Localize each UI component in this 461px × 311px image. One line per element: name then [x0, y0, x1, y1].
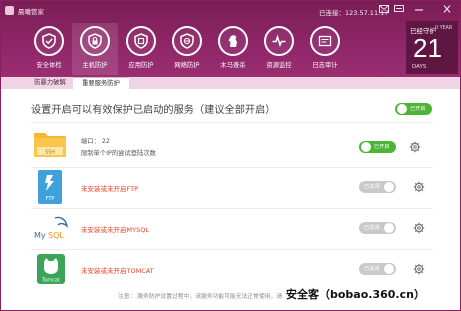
service-row-ftp: FTP 未安装或未开启FTP 已关闭 — [31, 169, 431, 207]
toggle-label: 已关闭 — [364, 225, 380, 231]
header-bar: 晨曦管家 已连接：123.57.11.17 安全体检 主机防护 应用防护 网络防… — [1, 1, 460, 77]
nav-item-trojan-scan[interactable]: 木马查杀 — [210, 23, 256, 75]
nav-item-app-protection[interactable]: 应用防护 — [118, 23, 164, 75]
date-year: 0 YEAR — [435, 26, 453, 31]
log-icon — [310, 26, 340, 56]
minimize-icon[interactable] — [413, 5, 425, 16]
toggle-label: 已关闭 — [364, 184, 380, 190]
pulse-icon — [264, 26, 294, 56]
menu-icon[interactable] — [393, 5, 405, 16]
nav-label: 应用防护 — [128, 62, 154, 69]
nav-label: 资源监控 — [266, 62, 292, 69]
service-row-tomcat: Tomcat 未安装或未开启TOMCAT 已关闭 — [31, 251, 431, 289]
ftp-icon: FTP — [37, 169, 63, 207]
horse-icon — [218, 26, 248, 56]
app-window: 晨曦管家 已连接：123.57.11.17 安全体检 主机防护 应用防护 网络防… — [0, 0, 461, 311]
nav-item-network-protection[interactable]: 网络防护 — [164, 23, 210, 75]
toggle-knob — [384, 182, 394, 192]
master-toggle[interactable]: 已开启 — [395, 103, 432, 115]
mysql-icon: My SQL — [33, 214, 73, 246]
svg-text:Tomcat: Tomcat — [41, 278, 60, 284]
svg-text:SSH: SSH — [45, 150, 55, 156]
tab-brute-force[interactable]: 防暴力破解 — [25, 77, 75, 89]
nav-item-security-check[interactable]: 安全体检 — [26, 23, 72, 75]
toggle-knob — [384, 264, 394, 274]
tomcat-settings-gear-icon[interactable] — [413, 263, 425, 275]
shield-lock-icon — [80, 26, 110, 56]
mysql-status: 未安装或未开启MYSQL — [81, 226, 149, 234]
nav-label: 木马查杀 — [220, 62, 246, 69]
message-icon[interactable] — [378, 5, 390, 16]
watermark: 安全客（bobao.360.cn） — [286, 288, 425, 301]
date-days-label: DAYS — [412, 64, 427, 70]
date-panel: 已经守护 0 YEAR 21 DAYS — [406, 21, 458, 74]
nav-label: 主机防护 — [82, 62, 108, 69]
tomcat-status: 未安装或未开启TOMCAT — [81, 267, 154, 275]
tomcat-toggle[interactable]: 已关闭 — [359, 263, 396, 275]
ftp-settings-gear-icon[interactable] — [413, 181, 425, 193]
nav-label: 日志审计 — [312, 62, 338, 69]
shield-check-icon — [34, 26, 64, 56]
ftp-toggle[interactable]: 已关闭 — [359, 181, 396, 193]
app-title: 晨曦管家 — [18, 8, 44, 16]
tomcat-icon: Tomcat — [36, 253, 66, 287]
ssh-toggle[interactable]: 已开启 — [359, 141, 396, 153]
nav-label: 安全体检 — [36, 62, 62, 69]
nav-item-host-protection[interactable]: 主机防护 — [72, 23, 118, 75]
service-row-mysql: My SQL 未安装或未开启MYSQL 已关闭 — [31, 210, 431, 248]
ftp-status: 未安装或未开启FTP — [81, 185, 139, 193]
close-icon[interactable] — [441, 5, 453, 16]
nav-item-log-audit[interactable]: 日志审计 — [302, 23, 348, 75]
toggle-label: 已开启 — [374, 144, 390, 150]
ssh-port: 端口： 22 — [81, 138, 110, 145]
ssh-folder-icon: SSH — [33, 128, 67, 160]
app-shield-icon — [126, 26, 156, 56]
nav-item-resource-monitor[interactable]: 资源监控 — [256, 23, 302, 75]
toggle-knob — [361, 142, 371, 152]
divider — [31, 208, 433, 209]
svg-text:FTP: FTP — [46, 196, 55, 202]
divider — [31, 249, 433, 250]
date-day: 21 — [413, 33, 442, 63]
tab-service-protection[interactable]: 重要服务防护 — [73, 77, 129, 89]
service-row-ssh: SSH 端口： 22 限制单个IP的尝试登陆次数 已开启 — [31, 126, 431, 166]
page-title: 设置开启可以有效保护已启动的服务（建议全部开启） — [31, 105, 276, 116]
divider — [31, 167, 433, 168]
app-logo-icon — [5, 6, 14, 15]
toggle-knob — [384, 223, 394, 233]
subtabs: 防暴力破解 重要服务防护 — [1, 77, 460, 89]
nav-label: 网络防护 — [174, 62, 200, 69]
svg-text:SQL: SQL — [48, 231, 64, 240]
ssh-description: 限制单个IP的尝试登陆次数 — [81, 150, 156, 157]
toggle-label: 已开启 — [410, 106, 426, 112]
toggle-label: 已关闭 — [364, 266, 380, 272]
footer-note: 注意： 服务防护设置过程中，该服务功能可能无法正常使用，请 — [118, 294, 283, 300]
mysql-settings-gear-icon[interactable] — [413, 222, 425, 234]
divider — [31, 122, 433, 123]
network-shield-icon — [172, 26, 202, 56]
svg-text:My: My — [34, 231, 46, 240]
ssh-settings-gear-icon[interactable] — [409, 141, 421, 153]
toggle-knob — [397, 104, 407, 114]
mysql-toggle[interactable]: 已关闭 — [359, 222, 396, 234]
